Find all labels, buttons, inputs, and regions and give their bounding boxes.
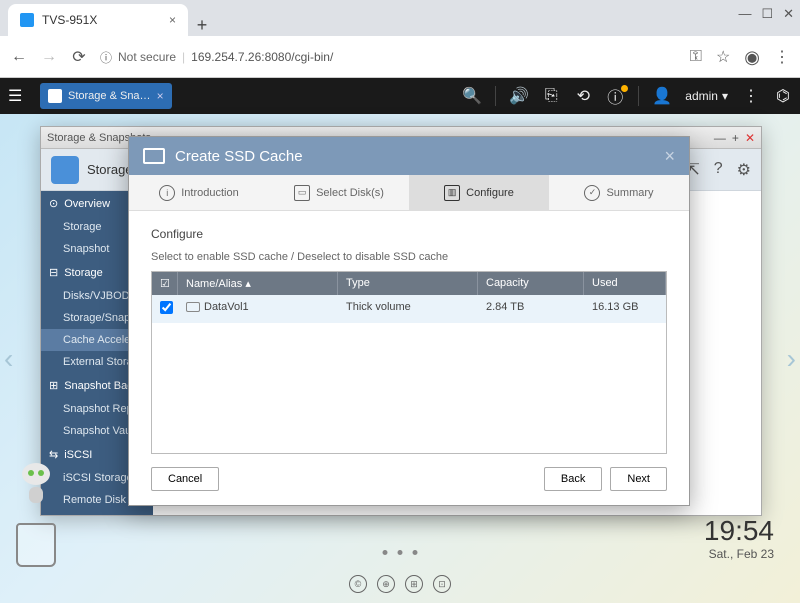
volume-icon — [186, 302, 200, 312]
section-hint: Select to enable SSD cache / Deselect to… — [151, 251, 667, 263]
window-minimize[interactable]: — — [738, 6, 751, 22]
dock-icon-3[interactable]: ⊞ — [405, 575, 423, 593]
cell-capacity: 2.84 TB — [478, 295, 584, 323]
volume-icon[interactable]: 🔊 — [510, 87, 528, 105]
col-checkbox[interactable]: ☑ — [152, 272, 178, 295]
ssd-icon — [143, 148, 165, 164]
key-icon[interactable]: ⚿ — [690, 48, 702, 66]
col-used[interactable]: Used — [584, 272, 666, 295]
menu-icon[interactable]: ⋮ — [774, 47, 790, 67]
url-text: 169.254.7.26:8080/cgi-bin/ — [191, 50, 333, 64]
new-tab-button[interactable]: + — [188, 15, 216, 36]
carousel-next-icon[interactable]: › — [787, 343, 796, 375]
sidebar-item-lun[interactable]: LUN Import/E — [41, 511, 153, 515]
win-minimize-icon[interactable]: — — [714, 131, 726, 145]
assistant-robot-icon[interactable] — [18, 463, 54, 507]
modal-title: Create SSD Cache — [175, 148, 303, 165]
window-maximize[interactable]: ☐ — [761, 6, 773, 22]
win-maximize-icon[interactable]: + — [732, 131, 739, 145]
dock-icon-4[interactable]: ⊡ — [433, 575, 451, 593]
browser-tab[interactable]: TVS-951X × — [8, 4, 188, 36]
menu-burger-icon[interactable]: ☰ — [8, 86, 32, 106]
reload-icon[interactable]: ⟳ — [70, 48, 88, 66]
table-row[interactable]: DataVol1 Thick volume 2.84 TB 16.13 GB — [152, 295, 666, 323]
page-dots[interactable] — [383, 550, 418, 555]
modal-close-icon[interactable]: × — [664, 146, 675, 167]
col-name[interactable]: Name/Alias ▴ — [178, 272, 338, 295]
cell-type: Thick volume — [338, 295, 478, 323]
recycle-bin-icon[interactable] — [16, 523, 56, 567]
tab-close-icon[interactable]: × — [169, 13, 176, 27]
back-button[interactable]: Back — [544, 467, 602, 491]
dashboard-icon[interactable]: ⌬ — [774, 87, 792, 105]
security-label: Not secure — [118, 50, 176, 64]
info-icon: ⓘ — [100, 49, 112, 66]
star-icon[interactable]: ☆ — [716, 47, 730, 67]
info-step-icon: i — [159, 185, 175, 201]
carousel-prev-icon[interactable]: ‹ — [4, 343, 13, 375]
dock-icon-1[interactable]: © — [349, 575, 367, 593]
table-empty-space — [152, 323, 666, 453]
address-bar[interactable]: ⓘ Not secure | 169.254.7.26:8080/cgi-bin… — [100, 49, 333, 66]
taskbar-label: Storage & Sna… — [68, 90, 151, 102]
cell-used: 16.13 GB — [584, 295, 666, 323]
user-menu[interactable]: admin▾ — [685, 89, 728, 103]
taskbar-app[interactable]: Storage & Sna… × — [40, 83, 172, 109]
app-logo-icon — [51, 156, 79, 184]
disk-step-icon: ▭ — [294, 185, 310, 201]
tab-title: TVS-951X — [42, 13, 97, 27]
col-capacity[interactable]: Capacity — [478, 272, 584, 295]
clock: 19:54 Sat., Feb 23 — [704, 515, 774, 561]
win-close-icon[interactable]: ✕ — [745, 131, 755, 145]
col-type[interactable]: Type — [338, 272, 478, 295]
back-icon[interactable]: ← — [10, 48, 28, 66]
step-select-disks[interactable]: ▭Select Disk(s) — [269, 175, 409, 210]
config-step-icon: ▥ — [444, 185, 460, 201]
check-step-icon: ✓ — [584, 185, 600, 201]
notification-icon[interactable]: ⓘ — [606, 87, 624, 105]
cell-name: DataVol1 — [204, 301, 249, 313]
more-icon[interactable]: ⋮ — [742, 87, 760, 105]
clock-date: Sat., Feb 23 — [704, 547, 774, 561]
account-icon[interactable]: ◉ — [744, 47, 760, 68]
backup-icon[interactable]: ⎘ — [542, 87, 560, 105]
step-configure[interactable]: ▥Configure — [409, 175, 549, 210]
volume-table: ☑ Name/Alias ▴ Type Capacity Used DataVo… — [151, 271, 667, 454]
dock-icon-2[interactable]: ⊕ — [377, 575, 395, 593]
user-icon[interactable]: 👤 — [653, 87, 671, 105]
cancel-button[interactable]: Cancel — [151, 467, 219, 491]
next-button[interactable]: Next — [610, 467, 667, 491]
app-icon — [48, 89, 62, 103]
window-close[interactable]: ✕ — [783, 6, 794, 22]
forward-icon[interactable]: → — [40, 48, 58, 66]
sort-icon: ▴ — [245, 278, 251, 290]
settings-icon[interactable]: ⚙ — [737, 160, 751, 180]
step-introduction[interactable]: iIntroduction — [129, 175, 269, 210]
favicon-icon — [20, 13, 34, 27]
refresh-icon[interactable]: ⟲ — [574, 87, 592, 105]
search-icon[interactable]: 🔍 — [463, 87, 481, 105]
step-summary[interactable]: ✓Summary — [549, 175, 689, 210]
section-title: Configure — [151, 227, 667, 241]
taskbar-close-icon[interactable]: × — [157, 89, 164, 103]
create-ssd-cache-dialog: Create SSD Cache × iIntroduction ▭Select… — [128, 136, 690, 506]
help-icon[interactable]: ? — [714, 160, 723, 180]
row-checkbox[interactable] — [160, 301, 173, 314]
clock-time: 19:54 — [704, 515, 774, 547]
